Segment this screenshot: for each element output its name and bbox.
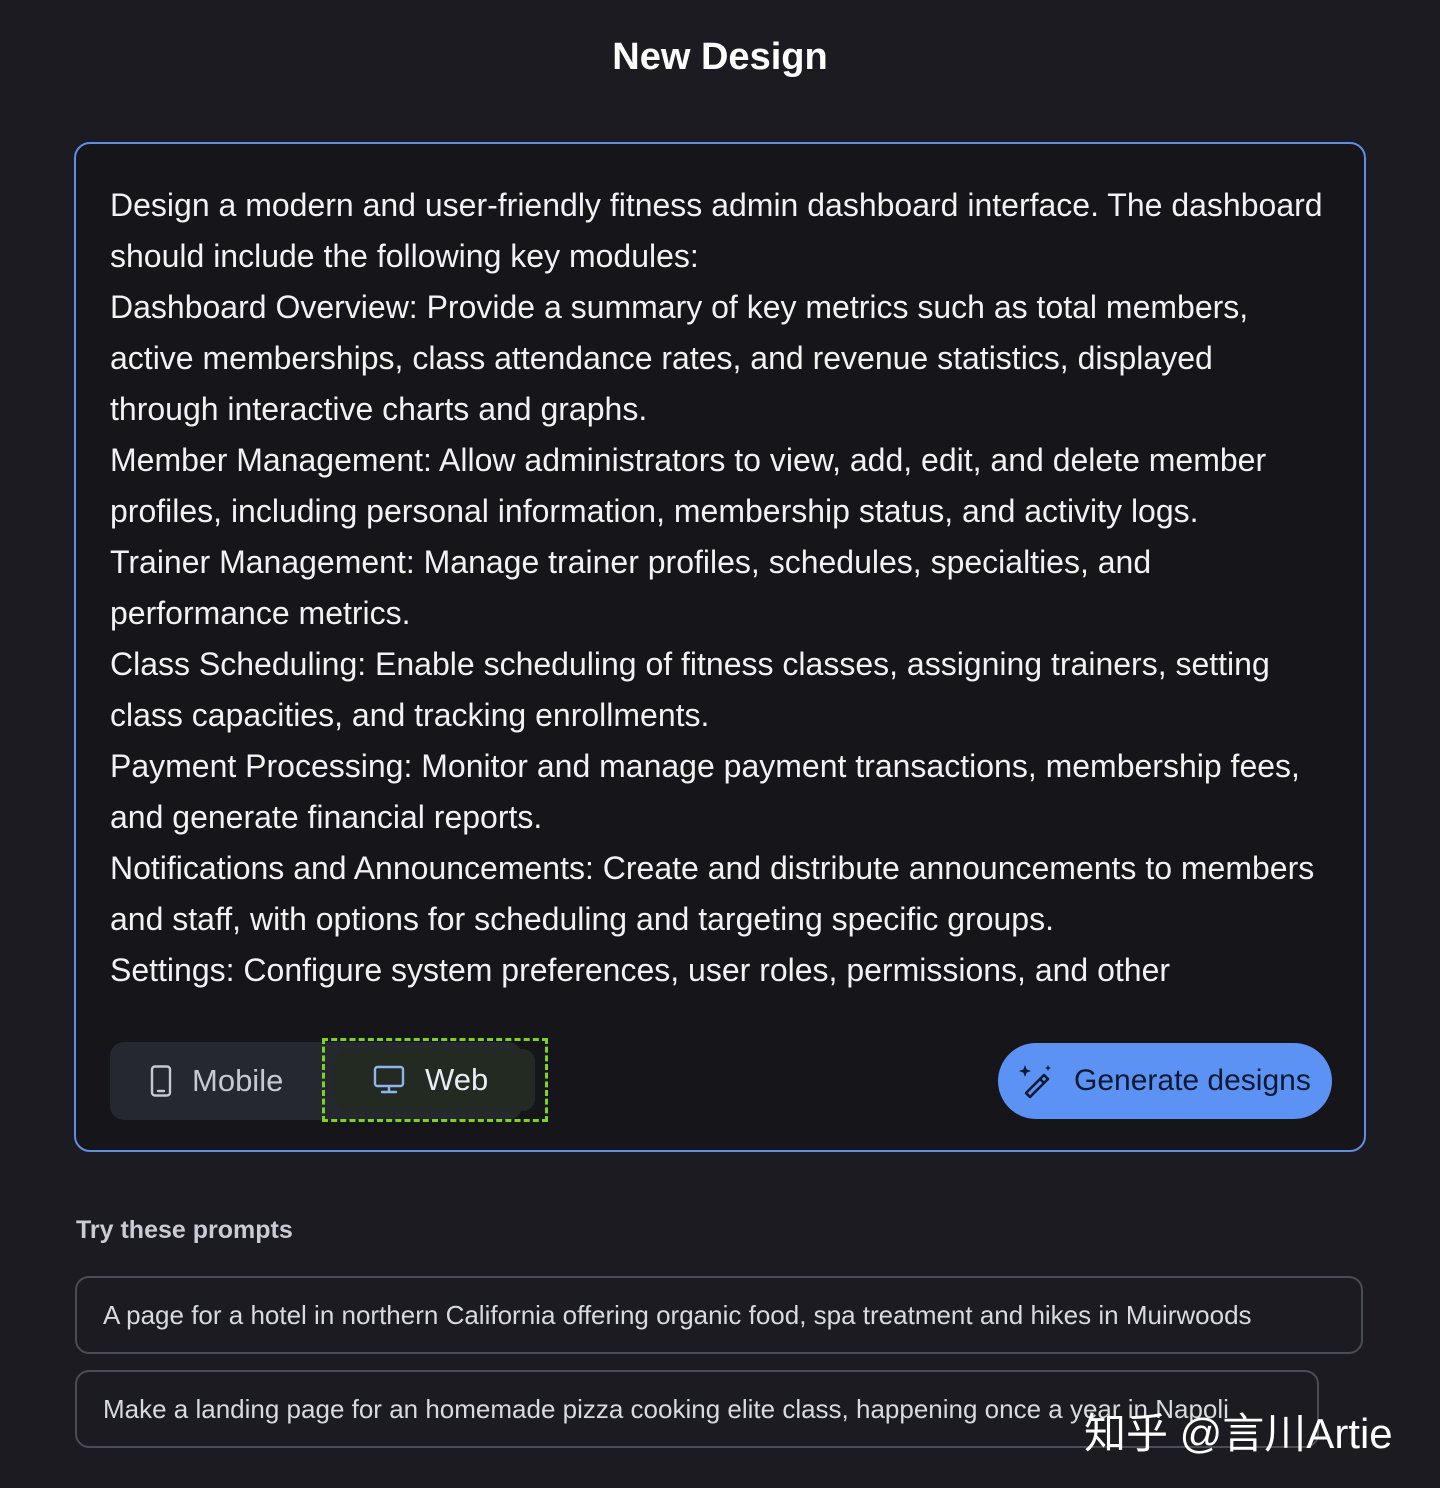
watermark: 知乎 @言川Artie — [1084, 1410, 1393, 1457]
web-option[interactable]: Web — [322, 1038, 548, 1122]
platform-toggle: Mobile Web — [110, 1038, 548, 1122]
mobile-option-label: Mobile — [192, 1063, 284, 1098]
magic-wand-icon — [1019, 1065, 1051, 1099]
phone-icon — [150, 1065, 172, 1097]
prompt-card: Design a modern and user-friendly fitnes… — [74, 142, 1366, 1152]
prompt-textarea[interactable]: Design a modern and user-friendly fitnes… — [110, 180, 1330, 1025]
generate-designs-button[interactable]: Generate designs — [998, 1043, 1332, 1119]
mobile-option[interactable]: Mobile — [110, 1042, 320, 1120]
web-option-label: Web — [425, 1062, 489, 1097]
generate-designs-label: Generate designs — [1074, 1064, 1311, 1097]
suggestion-prompt-1[interactable]: A page for a hotel in northern Californi… — [75, 1276, 1363, 1354]
new-design-page: New Design Design a modern and user-frie… — [0, 0, 1440, 1488]
page-title: New Design — [612, 36, 828, 78]
try-prompts-heading: Try these prompts — [76, 1216, 293, 1244]
monitor-icon — [373, 1065, 405, 1094]
